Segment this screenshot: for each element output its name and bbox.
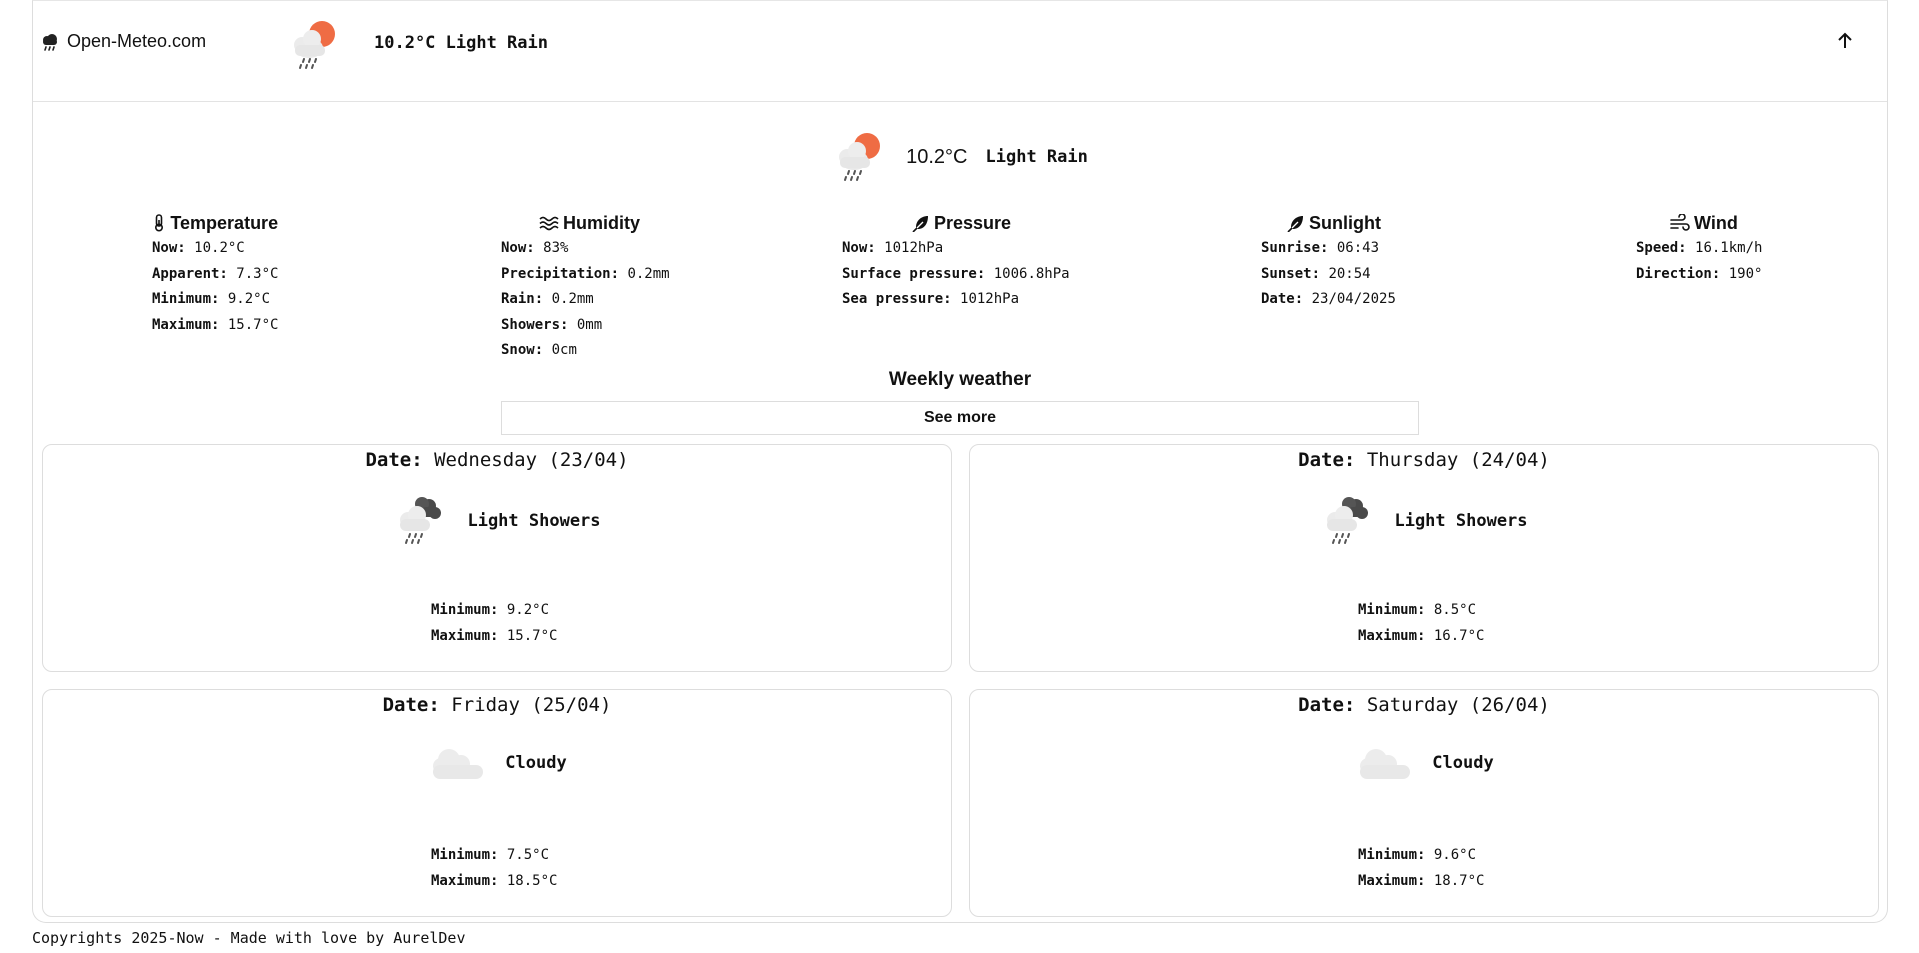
pressure-section: Pressure Now: 1012hPa Surface pressure: … [842, 211, 1070, 313]
see-more-button[interactable]: See more [501, 401, 1419, 435]
stat-row: Snow: 0cm [501, 342, 577, 358]
main-panel: Open-Meteo.com 10.2°C Light Rain 10.2°C … [32, 0, 1888, 923]
stat-row: Apparent: 7.3°C [152, 265, 279, 282]
sunlight-title: Sunlight [1261, 211, 1396, 235]
stat-row: Date: 23/04/2025 [1261, 291, 1396, 307]
day-card: Date: Thursday (24/04) Light Showers Min… [969, 444, 1879, 672]
feather-icon [912, 216, 928, 232]
stat-row: Rain: 0.2mm [501, 291, 594, 307]
current-condition: Light Rain [985, 147, 1088, 167]
weekly-weather-title: Weekly weather [888, 369, 1032, 390]
rain-cloud-icon [43, 33, 57, 51]
stat-row: Sea pressure: 1012hPa [842, 291, 1020, 307]
stat-row: Precipitation: 0.2mm [501, 265, 670, 282]
temperature-section: Temperature Now: 10.2°C Apparent: 7.3°C … [152, 211, 278, 338]
day-condition: Cloudy [1432, 753, 1494, 773]
dark-cloud-showers-icon [1326, 496, 1370, 544]
stat-row: Minimum: 9.2°C [152, 291, 271, 307]
current-weather: 10.2°C Light Rain [33, 129, 1887, 185]
stat-row: Showers: 0mm [501, 316, 603, 333]
stat-row: Maximum: 15.7°C [152, 316, 279, 333]
humidity-title: Humidity [501, 211, 670, 235]
day-min-max: Minimum: 8.5°C Maximum: 16.7°C [1358, 602, 1485, 644]
stat-row: Now: 1012hPa [842, 240, 944, 256]
top-bar: Open-Meteo.com 10.2°C Light Rain [33, 1, 1887, 102]
pressure-title: Pressure [842, 211, 1070, 235]
wind-icon [1670, 214, 1690, 231]
day-min-max: Minimum: 9.6°C Maximum: 18.7°C [1358, 847, 1485, 889]
day-min-max: Minimum: 7.5°C Maximum: 18.5°C [431, 847, 558, 889]
footer-copyright: Copyrights 2025-Now - Made with love by … [32, 929, 466, 947]
stat-row: Now: 10.2°C [152, 240, 245, 256]
day-date: Date: Wednesday (23/04) [365, 449, 629, 471]
cloud-icon [1360, 749, 1411, 779]
cloud-icon [433, 749, 484, 779]
dark-cloud-showers-icon [399, 496, 443, 544]
day-condition: Light Showers [1394, 511, 1528, 531]
brand-name: Open-Meteo.com [67, 31, 207, 51]
sunlight-section: Sunlight Sunrise: 06:43 Sunset: 20:54 Da… [1261, 211, 1396, 313]
day-card: Date: Friday (25/04) Cloudy Minimum: 7.5… [42, 689, 952, 917]
brand[interactable]: Open-Meteo.com [41, 31, 206, 52]
wind-title: Wind [1636, 211, 1762, 235]
wind-section: Wind Speed: 16.1km/h Direction: 190° [1636, 211, 1762, 287]
day-date: Date: Friday (25/04) [382, 694, 612, 716]
day-date: Date: Saturday (26/04) [1298, 694, 1550, 716]
day-date: Date: Thursday (24/04) [1298, 449, 1550, 471]
humidity-section: Humidity Now: 83% Precipitation: 0.2mm R… [501, 211, 670, 364]
day-card: Date: Saturday (26/04) Cloudy Minimum: 9… [969, 689, 1879, 917]
partly-cloudy-rain-icon [838, 132, 882, 181]
thermometer-icon [155, 214, 164, 232]
stat-row: Sunset: 20:54 [1261, 265, 1371, 282]
day-condition: Cloudy [505, 753, 567, 773]
temperature-title: Temperature [152, 211, 278, 235]
day-card: Date: Wednesday (23/04) Light Showers Mi… [42, 444, 952, 672]
day-min-max: Minimum: 9.2°C Maximum: 15.7°C [431, 602, 558, 644]
header-weather-summary: 10.2°C Light Rain [374, 33, 548, 53]
current-temperature: 10.2°C [906, 145, 968, 168]
day-condition: Light Showers [467, 511, 601, 531]
feather-icon [1287, 216, 1303, 232]
stat-row: Sunrise: 06:43 [1261, 240, 1380, 256]
stat-row: Speed: 16.1km/h [1636, 240, 1763, 256]
stat-row: Surface pressure: 1006.8hPa [842, 265, 1070, 282]
waves-icon [539, 216, 559, 231]
stat-row: Now: 83% [501, 240, 569, 256]
partly-cloudy-rain-icon [293, 20, 336, 69]
stat-row: Direction: 190° [1636, 265, 1763, 282]
arrow-up-icon[interactable] [1833, 29, 1857, 53]
